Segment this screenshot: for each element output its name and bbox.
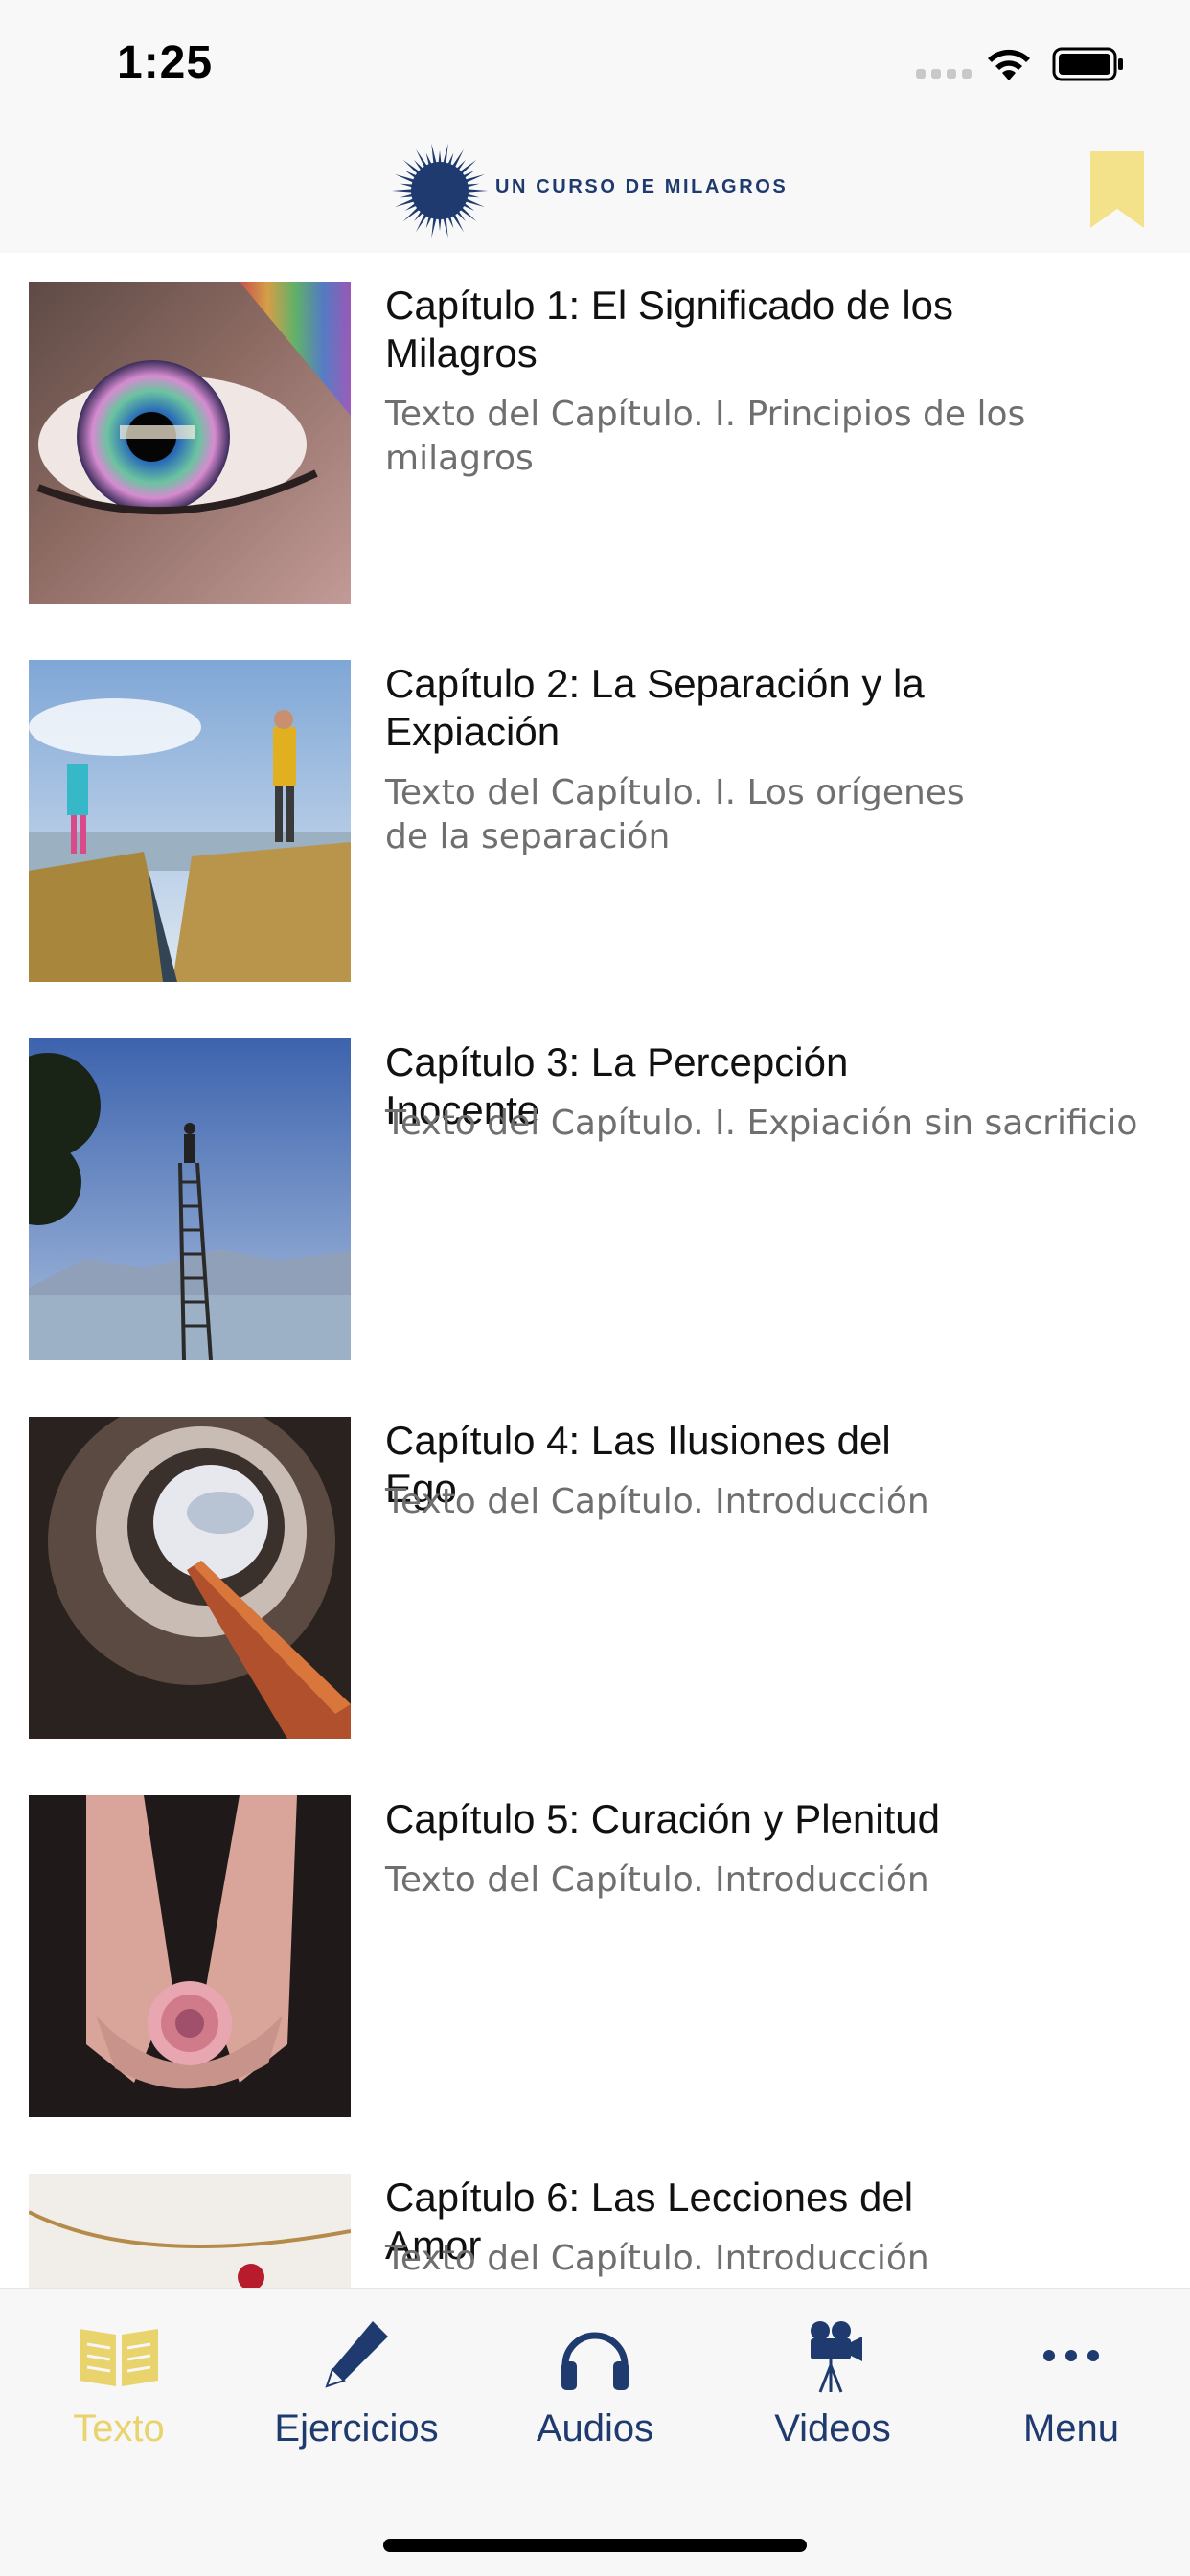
chapter-list[interactable]: Capítulo 1: El Significado de los Milagr… bbox=[0, 253, 1190, 2288]
chapter-thumbnail-spiral-staircase bbox=[29, 1417, 351, 1739]
chapter-row[interactable]: Capítulo 6: Las Lecciones del Amor Texto… bbox=[0, 2145, 1190, 2288]
chapter-title: Capítulo 5: Curación y Plenitud bbox=[385, 1796, 940, 1841]
chapter-row[interactable]: Capítulo 3: La Percepción Inocente Texto… bbox=[0, 1010, 1190, 1390]
tab-bar: Texto Ejercicios Audios Videos Menu bbox=[0, 2288, 1190, 2576]
tab-label: Menu bbox=[1022, 2407, 1120, 2450]
tab-label: Texto bbox=[73, 2407, 165, 2450]
chapter-subtitle: Texto del Capítulo. I. Los orígenes de l… bbox=[385, 773, 965, 856]
battery-icon bbox=[1052, 47, 1123, 81]
home-indicator bbox=[383, 2539, 807, 2552]
wifi-icon bbox=[988, 49, 1030, 80]
chapter-title: Capítulo 1: El Significado de los Milagr… bbox=[385, 283, 954, 376]
chapter-title: Capítulo 2: La Separación y la Expiación bbox=[385, 661, 925, 754]
tab-texto[interactable]: Texto bbox=[0, 2289, 238, 2471]
more-dots-icon bbox=[1043, 2350, 1099, 2361]
chapter-row[interactable]: Capítulo 5: Curación y Plenitud Texto de… bbox=[0, 1767, 1190, 2147]
headphones-icon bbox=[561, 2332, 629, 2390]
chapter-subtitle: Texto del Capítulo. Introducción bbox=[385, 2239, 929, 2278]
open-book-icon bbox=[80, 2329, 158, 2386]
tab-label: Audios bbox=[536, 2407, 654, 2450]
status-bar: 1:25 bbox=[0, 0, 1190, 134]
chapter-thumbnail-rainbow-eye bbox=[29, 282, 351, 604]
tab-label: Ejercicios bbox=[274, 2407, 439, 2450]
chapter-thumbnail-cliffs bbox=[29, 660, 351, 982]
chapter-row[interactable]: Capítulo 2: La Separación y la Expiación… bbox=[0, 631, 1190, 1012]
tab-ejercicios[interactable]: Ejercicios bbox=[238, 2289, 475, 2471]
cellular-signal-icon bbox=[916, 69, 972, 79]
tab-label: Videos bbox=[774, 2407, 891, 2450]
video-camera-icon bbox=[811, 2321, 862, 2393]
chapter-row[interactable]: Capítulo 4: Las Ilusiones del Ego Texto … bbox=[0, 1388, 1190, 1768]
chapter-thumbnail-hands-flower bbox=[29, 1795, 351, 2117]
chapter-thumbnail-ladder bbox=[29, 1038, 351, 1360]
chapter-row[interactable]: Capítulo 1: El Significado de los Milagr… bbox=[0, 253, 1190, 633]
status-time: 1:25 bbox=[117, 37, 214, 88]
pencil-icon bbox=[325, 2321, 388, 2388]
app-logo-text: UN CURSO DE MILAGROS bbox=[495, 176, 789, 197]
starburst-logo-icon bbox=[392, 143, 488, 239]
chapter-subtitle: Texto del Capítulo. I. Principios de los… bbox=[385, 395, 1026, 478]
chapter-subtitle: Texto del Capítulo. Introducción bbox=[385, 1482, 929, 1521]
chapter-subtitle: Texto del Capítulo. I. Expiación sin sac… bbox=[385, 1104, 1138, 1143]
tab-videos[interactable]: Videos bbox=[714, 2289, 951, 2471]
chapter-subtitle: Texto del Capítulo. Introducción bbox=[385, 1860, 929, 1900]
bookmark-icon[interactable] bbox=[1090, 151, 1144, 228]
tab-audios[interactable]: Audios bbox=[476, 2289, 714, 2471]
tab-menu[interactable]: Menu bbox=[952, 2289, 1190, 2471]
chapter-thumbnail-string bbox=[29, 2174, 351, 2288]
